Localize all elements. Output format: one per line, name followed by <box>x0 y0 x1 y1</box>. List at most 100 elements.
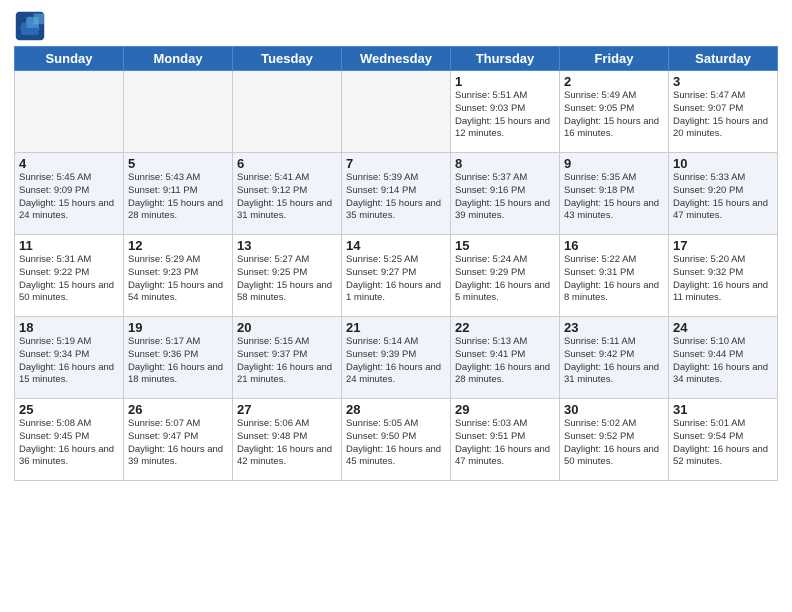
day-info: Sunrise: 5:07 AMSunset: 9:47 PMDaylight:… <box>128 418 228 469</box>
day-info: Sunrise: 5:25 AMSunset: 9:27 PMDaylight:… <box>346 254 446 305</box>
calendar-cell: 2Sunrise: 5:49 AMSunset: 9:05 PMDaylight… <box>560 71 669 153</box>
day-info: Sunrise: 5:22 AMSunset: 9:31 PMDaylight:… <box>564 254 664 305</box>
calendar-cell: 29Sunrise: 5:03 AMSunset: 9:51 PMDayligh… <box>451 399 560 481</box>
calendar-cell: 15Sunrise: 5:24 AMSunset: 9:29 PMDayligh… <box>451 235 560 317</box>
calendar-cell: 9Sunrise: 5:35 AMSunset: 9:18 PMDaylight… <box>560 153 669 235</box>
day-info: Sunrise: 5:47 AMSunset: 9:07 PMDaylight:… <box>673 90 773 141</box>
calendar-cell: 13Sunrise: 5:27 AMSunset: 9:25 PMDayligh… <box>233 235 342 317</box>
day-number: 11 <box>19 238 119 253</box>
calendar-cell <box>233 71 342 153</box>
day-number: 25 <box>19 402 119 417</box>
calendar-cell: 22Sunrise: 5:13 AMSunset: 9:41 PMDayligh… <box>451 317 560 399</box>
day-number: 13 <box>237 238 337 253</box>
calendar: SundayMondayTuesdayWednesdayThursdayFrid… <box>14 46 778 481</box>
day-info: Sunrise: 5:43 AMSunset: 9:11 PMDaylight:… <box>128 172 228 223</box>
day-info: Sunrise: 5:13 AMSunset: 9:41 PMDaylight:… <box>455 336 555 387</box>
calendar-cell: 25Sunrise: 5:08 AMSunset: 9:45 PMDayligh… <box>15 399 124 481</box>
day-number: 12 <box>128 238 228 253</box>
calendar-cell: 4Sunrise: 5:45 AMSunset: 9:09 PMDaylight… <box>15 153 124 235</box>
day-number: 4 <box>19 156 119 171</box>
calendar-cell: 31Sunrise: 5:01 AMSunset: 9:54 PMDayligh… <box>669 399 778 481</box>
day-number: 16 <box>564 238 664 253</box>
day-info: Sunrise: 5:19 AMSunset: 9:34 PMDaylight:… <box>19 336 119 387</box>
day-info: Sunrise: 5:11 AMSunset: 9:42 PMDaylight:… <box>564 336 664 387</box>
calendar-cell <box>15 71 124 153</box>
logo-icon <box>14 10 46 42</box>
calendar-cell: 28Sunrise: 5:05 AMSunset: 9:50 PMDayligh… <box>342 399 451 481</box>
header <box>14 10 778 42</box>
calendar-cell: 5Sunrise: 5:43 AMSunset: 9:11 PMDaylight… <box>124 153 233 235</box>
calendar-cell: 8Sunrise: 5:37 AMSunset: 9:16 PMDaylight… <box>451 153 560 235</box>
day-info: Sunrise: 5:33 AMSunset: 9:20 PMDaylight:… <box>673 172 773 223</box>
day-number: 15 <box>455 238 555 253</box>
day-number: 26 <box>128 402 228 417</box>
calendar-week-5: 25Sunrise: 5:08 AMSunset: 9:45 PMDayligh… <box>15 399 778 481</box>
day-header-tuesday: Tuesday <box>233 47 342 71</box>
day-number: 17 <box>673 238 773 253</box>
day-number: 19 <box>128 320 228 335</box>
day-number: 28 <box>346 402 446 417</box>
day-info: Sunrise: 5:39 AMSunset: 9:14 PMDaylight:… <box>346 172 446 223</box>
calendar-week-2: 4Sunrise: 5:45 AMSunset: 9:09 PMDaylight… <box>15 153 778 235</box>
day-number: 2 <box>564 74 664 89</box>
calendar-cell: 14Sunrise: 5:25 AMSunset: 9:27 PMDayligh… <box>342 235 451 317</box>
day-info: Sunrise: 5:27 AMSunset: 9:25 PMDaylight:… <box>237 254 337 305</box>
calendar-cell: 10Sunrise: 5:33 AMSunset: 9:20 PMDayligh… <box>669 153 778 235</box>
day-info: Sunrise: 5:02 AMSunset: 9:52 PMDaylight:… <box>564 418 664 469</box>
calendar-cell: 23Sunrise: 5:11 AMSunset: 9:42 PMDayligh… <box>560 317 669 399</box>
day-info: Sunrise: 5:06 AMSunset: 9:48 PMDaylight:… <box>237 418 337 469</box>
day-info: Sunrise: 5:10 AMSunset: 9:44 PMDaylight:… <box>673 336 773 387</box>
day-header-sunday: Sunday <box>15 47 124 71</box>
calendar-week-3: 11Sunrise: 5:31 AMSunset: 9:22 PMDayligh… <box>15 235 778 317</box>
calendar-cell: 27Sunrise: 5:06 AMSunset: 9:48 PMDayligh… <box>233 399 342 481</box>
day-number: 10 <box>673 156 773 171</box>
calendar-cell: 1Sunrise: 5:51 AMSunset: 9:03 PMDaylight… <box>451 71 560 153</box>
day-number: 23 <box>564 320 664 335</box>
day-number: 18 <box>19 320 119 335</box>
calendar-cell: 30Sunrise: 5:02 AMSunset: 9:52 PMDayligh… <box>560 399 669 481</box>
logo <box>14 10 48 42</box>
calendar-cell: 3Sunrise: 5:47 AMSunset: 9:07 PMDaylight… <box>669 71 778 153</box>
calendar-cell: 18Sunrise: 5:19 AMSunset: 9:34 PMDayligh… <box>15 317 124 399</box>
day-header-saturday: Saturday <box>669 47 778 71</box>
calendar-cell: 12Sunrise: 5:29 AMSunset: 9:23 PMDayligh… <box>124 235 233 317</box>
day-header-monday: Monday <box>124 47 233 71</box>
day-info: Sunrise: 5:45 AMSunset: 9:09 PMDaylight:… <box>19 172 119 223</box>
day-number: 3 <box>673 74 773 89</box>
calendar-cell: 26Sunrise: 5:07 AMSunset: 9:47 PMDayligh… <box>124 399 233 481</box>
day-info: Sunrise: 5:37 AMSunset: 9:16 PMDaylight:… <box>455 172 555 223</box>
day-info: Sunrise: 5:31 AMSunset: 9:22 PMDaylight:… <box>19 254 119 305</box>
day-header-wednesday: Wednesday <box>342 47 451 71</box>
calendar-cell <box>124 71 233 153</box>
day-info: Sunrise: 5:14 AMSunset: 9:39 PMDaylight:… <box>346 336 446 387</box>
day-number: 24 <box>673 320 773 335</box>
calendar-cell: 19Sunrise: 5:17 AMSunset: 9:36 PMDayligh… <box>124 317 233 399</box>
day-info: Sunrise: 5:29 AMSunset: 9:23 PMDaylight:… <box>128 254 228 305</box>
day-info: Sunrise: 5:05 AMSunset: 9:50 PMDaylight:… <box>346 418 446 469</box>
calendar-cell: 20Sunrise: 5:15 AMSunset: 9:37 PMDayligh… <box>233 317 342 399</box>
day-number: 21 <box>346 320 446 335</box>
calendar-cell: 24Sunrise: 5:10 AMSunset: 9:44 PMDayligh… <box>669 317 778 399</box>
day-info: Sunrise: 5:08 AMSunset: 9:45 PMDaylight:… <box>19 418 119 469</box>
day-number: 29 <box>455 402 555 417</box>
day-info: Sunrise: 5:49 AMSunset: 9:05 PMDaylight:… <box>564 90 664 141</box>
day-number: 27 <box>237 402 337 417</box>
day-number: 5 <box>128 156 228 171</box>
day-header-thursday: Thursday <box>451 47 560 71</box>
calendar-cell: 7Sunrise: 5:39 AMSunset: 9:14 PMDaylight… <box>342 153 451 235</box>
day-number: 14 <box>346 238 446 253</box>
calendar-cell: 21Sunrise: 5:14 AMSunset: 9:39 PMDayligh… <box>342 317 451 399</box>
calendar-week-4: 18Sunrise: 5:19 AMSunset: 9:34 PMDayligh… <box>15 317 778 399</box>
calendar-week-1: 1Sunrise: 5:51 AMSunset: 9:03 PMDaylight… <box>15 71 778 153</box>
calendar-cell: 11Sunrise: 5:31 AMSunset: 9:22 PMDayligh… <box>15 235 124 317</box>
day-header-friday: Friday <box>560 47 669 71</box>
calendar-header-row: SundayMondayTuesdayWednesdayThursdayFrid… <box>15 47 778 71</box>
day-number: 1 <box>455 74 555 89</box>
day-info: Sunrise: 5:51 AMSunset: 9:03 PMDaylight:… <box>455 90 555 141</box>
day-info: Sunrise: 5:03 AMSunset: 9:51 PMDaylight:… <box>455 418 555 469</box>
calendar-cell: 17Sunrise: 5:20 AMSunset: 9:32 PMDayligh… <box>669 235 778 317</box>
day-info: Sunrise: 5:41 AMSunset: 9:12 PMDaylight:… <box>237 172 337 223</box>
day-info: Sunrise: 5:35 AMSunset: 9:18 PMDaylight:… <box>564 172 664 223</box>
calendar-cell: 16Sunrise: 5:22 AMSunset: 9:31 PMDayligh… <box>560 235 669 317</box>
day-number: 7 <box>346 156 446 171</box>
